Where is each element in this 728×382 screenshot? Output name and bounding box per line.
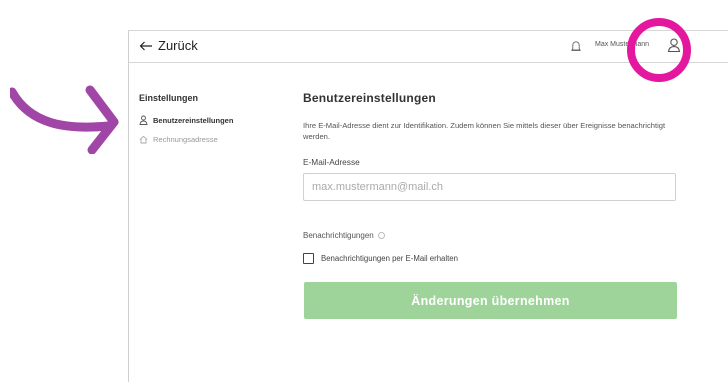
annotation-circle (627, 18, 691, 82)
email-field[interactable] (303, 173, 676, 201)
back-button[interactable]: Zurück (139, 38, 198, 53)
checkbox-label: Benachrichtigungen per E-Mail erhalten (321, 254, 458, 263)
email-notification-option[interactable]: Benachrichtigungen per E-Mail erhalten (303, 253, 458, 264)
home-icon (139, 135, 148, 144)
user-icon (139, 115, 148, 125)
settings-window: Zurück Max Mustermann Einstellungen Benu… (128, 30, 728, 382)
sidebar-item-rechnungsadresse[interactable]: Rechnungsadresse (139, 135, 218, 144)
notifications-heading: Benachrichtigungen (303, 231, 385, 240)
back-label: Zurück (158, 38, 198, 53)
sidebar-item-label: Benutzereinstellungen (153, 115, 234, 125)
description-text: Ihre E-Mail-Adresse dient zur Identifika… (303, 121, 666, 141)
annotation-arrow-icon (10, 85, 119, 154)
email-label: E-Mail-Adresse (303, 157, 360, 167)
page-title: Benutzereinstellungen (303, 91, 436, 105)
sidebar-item-label: Rechnungsadresse (153, 135, 218, 144)
apply-changes-button[interactable]: Änderungen übernehmen (304, 282, 677, 319)
sidebar-title: Einstellungen (139, 93, 199, 103)
notifications-label: Benachrichtigungen (303, 231, 374, 240)
bell-icon[interactable] (569, 39, 583, 53)
info-icon[interactable] (377, 232, 385, 239)
email-notification-checkbox[interactable] (303, 253, 314, 264)
arrow-left-icon (139, 41, 152, 50)
sidebar-item-benutzereinstellungen[interactable]: Benutzereinstellungen (139, 115, 233, 125)
